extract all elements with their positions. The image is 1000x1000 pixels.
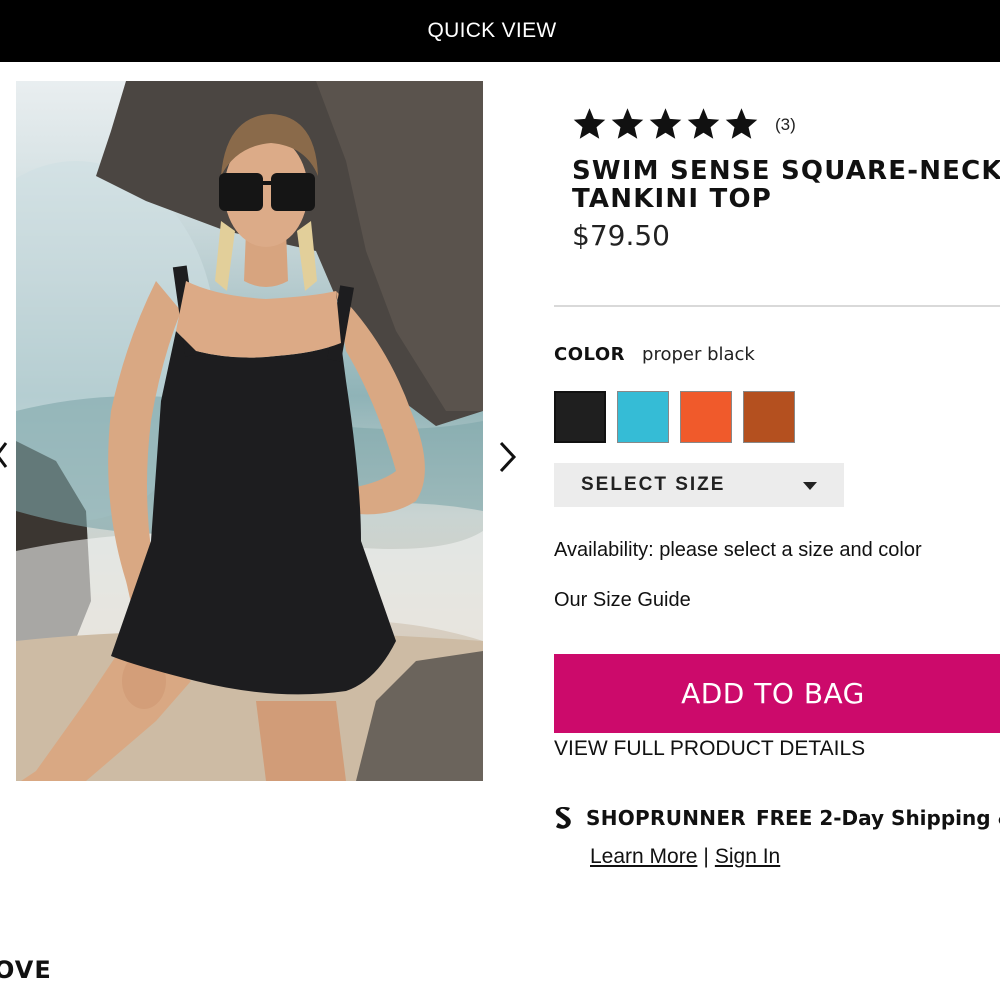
product-price: $79.50 [572, 219, 670, 252]
shoprunner-banner: SHOPRUNNER FREE 2-Day Shipping & Free Re… [553, 806, 1000, 830]
color-swatches [554, 391, 806, 443]
swatch-proper-black[interactable] [554, 391, 606, 443]
review-count[interactable]: (3) [775, 115, 796, 135]
color-row: COLOR proper black [554, 344, 755, 365]
swatch-rust[interactable] [743, 391, 795, 443]
divider [554, 305, 1000, 307]
size-guide-link[interactable]: Our Size Guide [554, 589, 691, 612]
quick-view-header: QUICK VIEW [0, 0, 1000, 62]
star-icon [611, 108, 644, 139]
add-to-bag-button[interactable]: ADD TO BAG [554, 654, 1000, 733]
rating-stars[interactable]: (3) [571, 106, 796, 142]
star-icon [573, 108, 606, 139]
shoprunner-offer: FREE 2-Day Shipping & Free Returns [755, 806, 1000, 830]
section-heading-partial: OVE [0, 956, 52, 984]
star-icon [687, 108, 720, 139]
chevron-right-icon [499, 441, 517, 473]
size-select-label: SELECT SIZE [581, 474, 726, 495]
product-image[interactable] [16, 81, 483, 781]
product-photo-illustration [16, 81, 483, 781]
swatch-orange[interactable] [680, 391, 732, 443]
sign-in-link[interactable]: Sign In [715, 845, 780, 868]
color-label: COLOR [554, 344, 626, 365]
shoprunner-links: Learn More | Sign In [590, 845, 780, 869]
learn-more-link[interactable]: Learn More [590, 845, 697, 868]
star-icon [725, 108, 758, 139]
add-to-bag-label: ADD TO BAG [681, 677, 865, 710]
shoprunner-brand: SHOPRUNNER [586, 806, 746, 830]
color-selected-value: proper black [642, 344, 755, 365]
swatch-turquoise[interactable] [617, 391, 669, 443]
shoprunner-logo-icon [555, 807, 571, 829]
product-title: SWIM SENSE SQUARE-NECK TANKINI TOP [572, 156, 1000, 214]
availability-text: Availability: please select a size and c… [554, 539, 922, 561]
quick-view-page: QUICK VIEW (3) SWIM SENSE SQUARE-NECK TA… [0, 0, 1000, 1000]
size-select[interactable]: SELECT SIZE [554, 463, 844, 507]
view-full-details-link[interactable]: VIEW FULL PRODUCT DETAILS [554, 737, 865, 761]
next-image-button[interactable] [497, 440, 519, 474]
quick-view-title: QUICK VIEW [427, 19, 557, 42]
chevron-left-icon [0, 442, 8, 468]
star-icon [649, 108, 682, 139]
prev-image-button[interactable] [0, 440, 10, 470]
link-separator: | [703, 845, 709, 868]
caret-down-icon [803, 482, 817, 490]
